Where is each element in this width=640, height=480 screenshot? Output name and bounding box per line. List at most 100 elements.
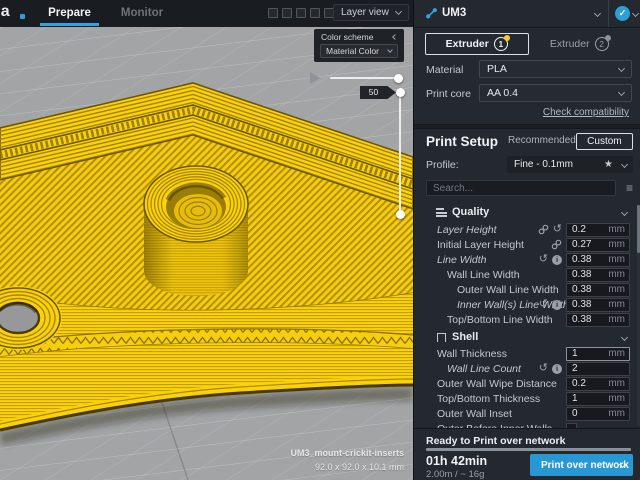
machine-name: UM3 (442, 7, 466, 19)
layer-slider[interactable] (399, 92, 401, 215)
info-icon[interactable]: i (552, 255, 562, 265)
extruder-1-material-dot (504, 35, 510, 41)
viewport-3d[interactable]: Color scheme Material Color 50 UM3_mount… (0, 27, 413, 480)
model-info: UM3_mount-crickit-inserts 92.0 x 92.0 x … (290, 448, 404, 472)
extruder-1-number: 1 (494, 37, 508, 51)
material-dropdown[interactable]: PLA (479, 60, 632, 78)
setting-top-bottom-line-width[interactable]: Top/Bottom Line Width 0.38mm (414, 312, 640, 327)
cura-logo-dot (20, 14, 25, 19)
layer-slider-lower-handle[interactable] (396, 210, 405, 219)
revert-icon[interactable]: ↺ (539, 254, 548, 265)
section-quality[interactable]: Quality (414, 205, 640, 221)
chevron-down-icon (387, 47, 393, 53)
path-slider[interactable] (330, 77, 399, 79)
info-icon[interactable]: i (552, 364, 562, 374)
link-icon (551, 239, 562, 250)
cura-logo: ra (0, 3, 10, 21)
view-left-icon[interactable] (310, 8, 320, 18)
tab-prepare[interactable]: Prepare (40, 0, 99, 27)
custom-mode-button[interactable]: Custom (576, 133, 633, 150)
profile-value: Fine - 0.1mm (514, 159, 573, 170)
chevron-down-icon (618, 89, 625, 96)
machine-chevron-icon (594, 10, 601, 17)
check-compatibility-link[interactable]: Check compatibility (543, 107, 629, 118)
setting-outer-wall-inset[interactable]: Outer Wall Inset 0mm (414, 406, 640, 421)
filter-menu-icon[interactable]: ≡ (626, 181, 633, 195)
print-time: 01h 42min (426, 454, 487, 468)
collapse-panel-icon[interactable] (392, 34, 398, 40)
print-setup-title: Print Setup (426, 134, 498, 149)
setting-wall-line-count[interactable]: Wall Line Count ↺ i 2 (414, 361, 640, 376)
shell-section-icon (437, 333, 446, 342)
camera-view-presets (268, 8, 334, 18)
setting-inner-walls-line-width[interactable]: Inner Wall(s) Line Width ↺ i 0.38mm (414, 297, 640, 312)
settings-list[interactable]: Quality Layer Height ↺ 0.2mm Initial Lay… (414, 203, 640, 428)
chevron-down-icon (621, 334, 628, 341)
network-printer-icon (425, 7, 438, 20)
link-icon (538, 224, 549, 235)
profile-label: Profile: (426, 159, 459, 171)
print-core-dropdown[interactable]: AA 0.4 (479, 84, 632, 102)
material-value: PLA (487, 63, 507, 75)
top-bar: ra Prepare Monitor Layer view (0, 0, 413, 27)
extruder-2-number: 2 (595, 37, 609, 51)
material-row: Material PLA (425, 60, 630, 78)
extruder-2-label: Extruder (550, 38, 590, 50)
material-usage: 2.00m / ~ 16g (426, 469, 484, 480)
chevron-down-icon (618, 65, 625, 72)
setting-initial-layer-height[interactable]: Initial Layer Height 0.27mm (414, 237, 640, 252)
revert-icon[interactable]: ↺ (539, 363, 548, 374)
setting-wall-thickness[interactable]: Wall Thickness 1mm (414, 346, 640, 361)
setting-outer-wall-line-width[interactable]: Outer Wall Line Width 0.38mm (414, 282, 640, 297)
setting-line-width[interactable]: Line Width ↺ i 0.38mm (414, 252, 640, 267)
cylinder-boss (144, 166, 248, 296)
view-front-icon[interactable] (282, 8, 292, 18)
extruder-2-tab[interactable]: Extruder 2 (529, 33, 631, 55)
view-mode-value: Layer view (341, 7, 389, 18)
profile-dropdown[interactable]: Fine - 0.1mm ★ (507, 156, 633, 173)
setting-wall-line-width[interactable]: Wall Line Width 0.38mm (414, 267, 640, 282)
print-over-network-button[interactable]: Print over network (530, 454, 633, 476)
extruder-tabs: Extruder 1 Extruder 2 (425, 33, 630, 55)
machine-selector[interactable]: UM3 ✓ (414, 0, 640, 28)
info-icon[interactable]: i (552, 300, 562, 310)
setting-top-bottom-thickness[interactable]: Top/Bottom Thickness 1mm (414, 391, 640, 406)
print-job-footer: Ready to Print over network 01h 42min 2.… (414, 428, 640, 480)
chevron-down-icon (621, 209, 628, 216)
search-input[interactable] (426, 180, 616, 196)
color-scheme-panel: Color scheme Material Color (314, 29, 404, 62)
profile-row: Profile: Fine - 0.1mm ★ (426, 156, 633, 173)
model-dimensions: 92.0 x 92.0 x 10.1 mm (290, 462, 404, 472)
revert-icon[interactable]: ↺ (553, 224, 562, 235)
layer-slider-upper-handle[interactable] (396, 88, 405, 97)
setting-outer-before-inner-walls[interactable]: Outer Before Inner Walls (414, 421, 640, 428)
connection-chevron-icon[interactable] (632, 10, 639, 17)
section-shell[interactable]: Shell (414, 330, 640, 346)
print-core-label: Print core (426, 88, 471, 100)
setting-layer-height[interactable]: Layer Height ↺ 0.2mm (414, 222, 640, 237)
chevron-down-icon (395, 8, 402, 15)
setting-outer-wall-wipe-distance[interactable]: Outer Wall Wipe Distance 0.2mm (414, 376, 640, 391)
color-scheme-title: Color scheme (321, 32, 373, 42)
search-row: ≡ (426, 180, 633, 196)
extruder-1-tab[interactable]: Extruder 1 (425, 33, 529, 55)
view-3d-icon[interactable] (268, 8, 278, 18)
view-mode-dropdown[interactable]: Layer view (333, 4, 409, 21)
sidebar-panel: UM3 ✓ Extruder 1 Extruder 2 (413, 0, 640, 480)
status-text: Ready to Print over network (426, 435, 565, 447)
connection-status-icon[interactable]: ✓ (615, 6, 630, 21)
section-divider (414, 124, 640, 129)
material-label: Material (426, 64, 463, 76)
color-scheme-dropdown[interactable]: Material Color (320, 44, 398, 58)
star-icon: ★ (604, 156, 613, 173)
slice-progress-bar (426, 448, 631, 451)
tab-monitor[interactable]: Monitor (118, 0, 166, 27)
view-top-icon[interactable] (296, 8, 306, 18)
revert-icon[interactable]: ↺ (539, 299, 548, 310)
model-name: UM3_mount-crickit-inserts (290, 448, 404, 458)
path-slider-handle[interactable] (394, 74, 403, 83)
recommended-mode-button[interactable]: Recommended (508, 133, 576, 150)
layer-play-button[interactable] (310, 72, 320, 84)
setup-mode-toggle: Recommended Custom (508, 133, 633, 150)
section-shell-title: Shell (452, 331, 478, 343)
